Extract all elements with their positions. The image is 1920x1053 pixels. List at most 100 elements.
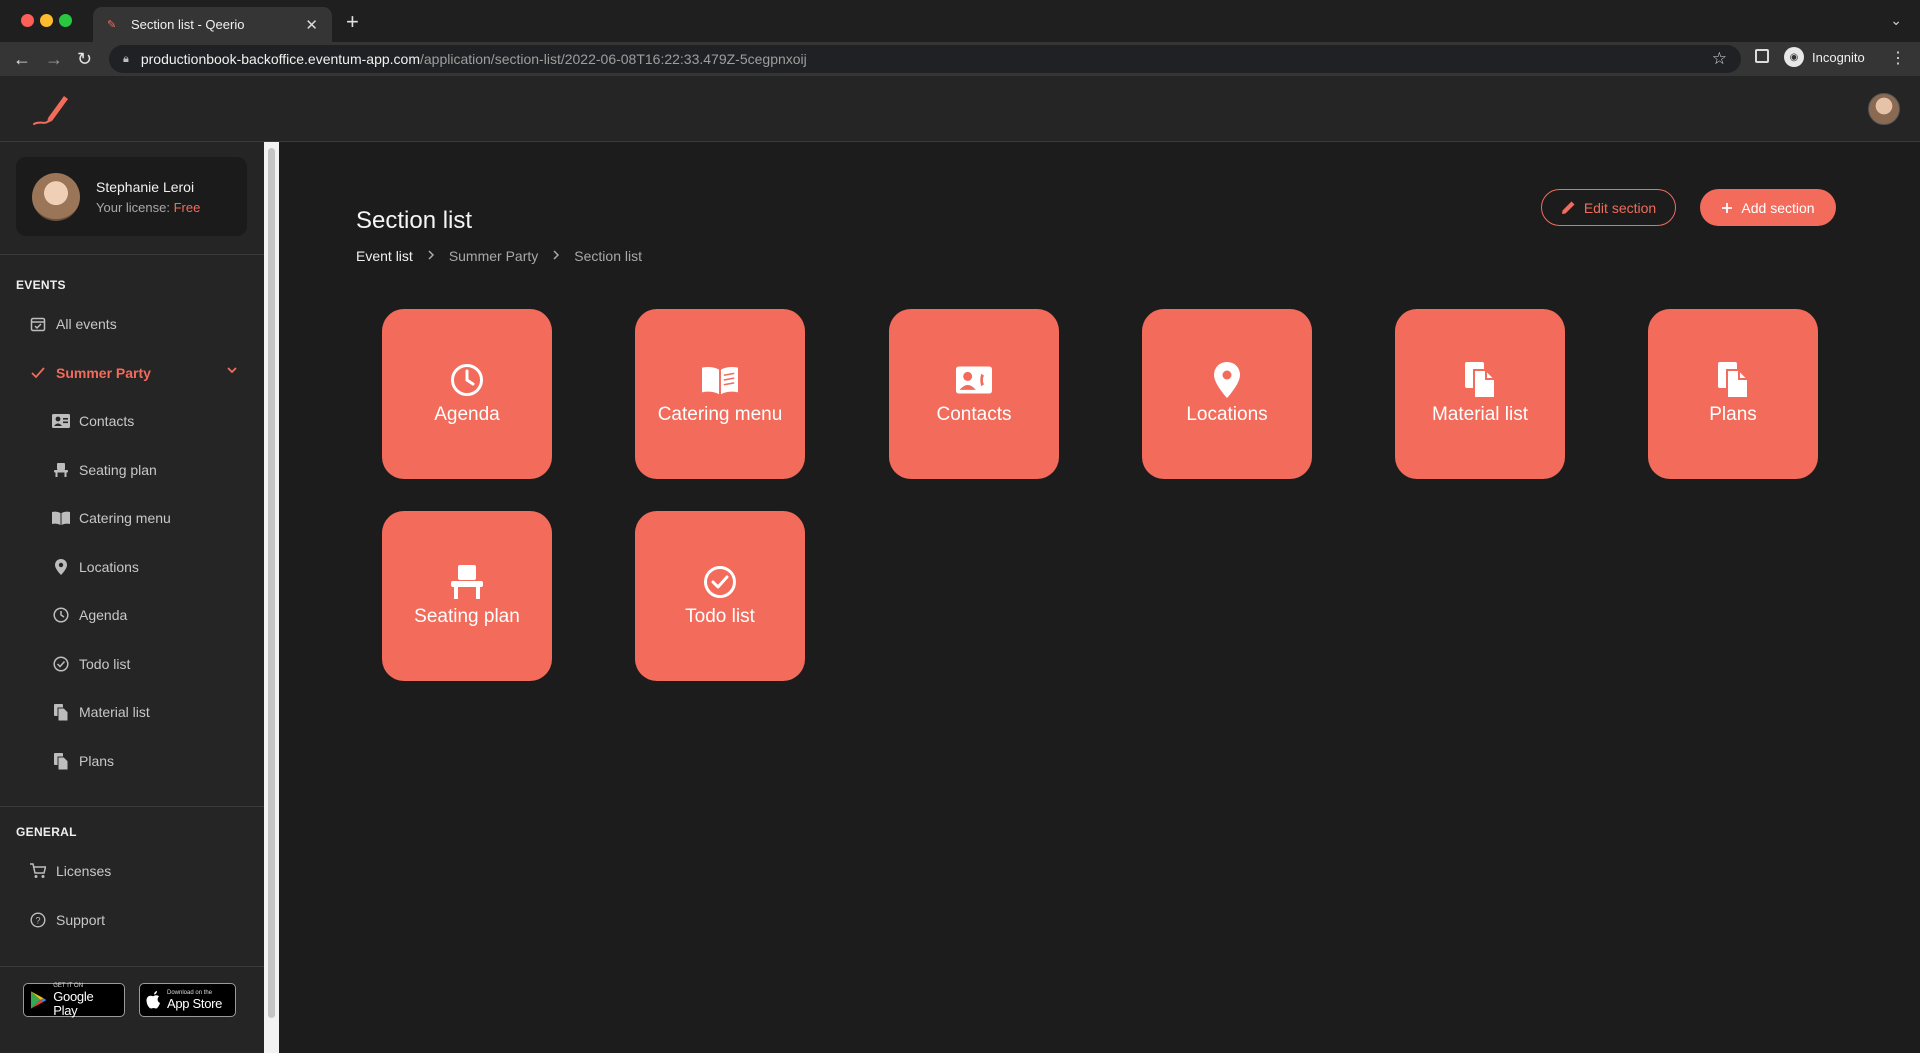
browser-tab[interactable]: ✎ Section list - Qeerio ✕ xyxy=(93,7,332,42)
apple-icon xyxy=(146,991,160,1009)
sidebar-item-agenda[interactable]: Agenda xyxy=(52,603,127,627)
sidebar-item-label: Summer Party xyxy=(56,365,151,381)
book-icon xyxy=(702,362,738,398)
sidebar-item-material-list[interactable]: Material list xyxy=(52,700,150,724)
profile-license: Your license: Free xyxy=(96,200,200,215)
location-pin-icon xyxy=(52,558,70,576)
sidebar-item-todo-list[interactable]: Todo list xyxy=(52,652,130,676)
app-store-big-text: App Store xyxy=(167,995,223,1011)
sidebar-item-label: Plans xyxy=(79,753,115,769)
sidebar-item-locations[interactable]: Locations xyxy=(52,555,139,579)
browser-menu-icon[interactable]: ⋮ xyxy=(1890,48,1906,68)
chevron-right-icon xyxy=(552,249,560,263)
add-section-label: Add section xyxy=(1741,199,1815,216)
reload-icon[interactable]: ↻ xyxy=(77,48,92,70)
section-tile-todo-list[interactable]: Todo list xyxy=(635,511,805,681)
sidebar-item-seating-plan[interactable]: Seating plan xyxy=(52,458,157,482)
chevron-right-icon xyxy=(427,249,435,263)
documents-icon xyxy=(1715,362,1751,398)
edit-section-button[interactable]: Edit section xyxy=(1541,189,1676,226)
browser-toolbar: ← → ↻ 🔒︎ productionbook-backoffice.event… xyxy=(0,42,1920,76)
address-bar[interactable]: 🔒︎ productionbook-backoffice.eventum-app… xyxy=(109,45,1741,73)
forward-arrow-icon[interactable]: → xyxy=(45,48,63,70)
main-content: Section list Event list Summer Party Sec… xyxy=(279,142,1920,1053)
google-play-badge[interactable]: GET IT ON Google Play xyxy=(23,983,125,1017)
incognito-label: Incognito xyxy=(1812,49,1865,65)
license-label: Your license: xyxy=(96,200,170,215)
sidebar-item-plans[interactable]: Plans xyxy=(52,749,114,773)
seat-icon xyxy=(449,564,485,600)
app-store-badge[interactable]: Download on the App Store xyxy=(139,983,236,1017)
edit-section-label: Edit section xyxy=(1583,199,1657,216)
license-value: Free xyxy=(173,200,201,215)
breadcrumb-summer-party[interactable]: Summer Party xyxy=(449,248,538,264)
sidebar-item-label: Licenses xyxy=(56,863,112,879)
book-icon xyxy=(52,509,70,527)
profile-name: Stephanie Leroi xyxy=(96,179,195,195)
sidebar-item-contacts[interactable]: Contacts xyxy=(52,409,134,433)
google-play-big-text: Google Play xyxy=(53,988,94,1018)
section-tile-locations[interactable]: Locations xyxy=(1142,309,1312,479)
section-tile-plans[interactable]: Plans xyxy=(1648,309,1818,479)
new-tab-icon[interactable]: + xyxy=(346,10,359,34)
section-tile-seating-plan[interactable]: Seating plan xyxy=(382,511,552,681)
sidebar: Stephanie Leroi Your license: Free EVENT… xyxy=(0,142,264,1053)
side-panel-icon[interactable] xyxy=(1755,49,1769,63)
chevron-down-icon[interactable] xyxy=(226,364,238,379)
maximize-window-button[interactable] xyxy=(59,14,72,27)
section-tile-agenda[interactable]: Agenda xyxy=(382,309,552,479)
tile-label: Todo list xyxy=(685,606,755,627)
profile-card[interactable]: Stephanie Leroi Your license: Free xyxy=(16,157,247,236)
minimize-window-button[interactable] xyxy=(40,14,53,27)
documents-icon xyxy=(52,703,70,721)
seat-icon xyxy=(52,461,70,479)
tile-label: Material list xyxy=(1431,404,1529,425)
tile-label: Plans xyxy=(1709,404,1757,425)
sidebar-item-catering-menu[interactable]: Catering menu xyxy=(52,506,171,530)
qeerio-logo[interactable] xyxy=(28,90,72,130)
bookmark-star-icon[interactable]: ☆ xyxy=(1712,49,1727,69)
sidebar-item-all-events[interactable]: All events xyxy=(29,312,117,336)
sidebar-item-licenses[interactable]: Licenses xyxy=(29,859,111,883)
page-title: Section list xyxy=(356,207,473,234)
help-circle-icon: ? xyxy=(29,911,47,929)
sidebar-item-label: Locations xyxy=(79,559,139,575)
cart-icon xyxy=(29,862,47,880)
back-arrow-icon[interactable]: ← xyxy=(13,48,31,70)
sidebar-item-summer-party[interactable]: Summer Party xyxy=(29,361,151,385)
breadcrumb-event-list[interactable]: Event list xyxy=(356,248,413,264)
divider xyxy=(0,254,264,255)
tile-label: Contacts xyxy=(936,404,1012,425)
close-tab-icon[interactable]: ✕ xyxy=(305,16,318,34)
tile-label: Catering menu xyxy=(657,404,783,425)
tab-search-chevron-icon[interactable]: ⌄ xyxy=(1890,12,1902,29)
checkmark-icon xyxy=(29,364,47,382)
sidebar-item-label: All events xyxy=(56,316,117,332)
avatar xyxy=(32,173,80,221)
divider xyxy=(0,966,264,967)
section-tile-contacts[interactable]: Contacts xyxy=(889,309,1059,479)
sidebar-scrollbar-thumb[interactable] xyxy=(268,148,275,1018)
check-circle-icon xyxy=(52,655,70,673)
contacts-icon xyxy=(956,362,992,398)
documents-icon xyxy=(1462,362,1498,398)
close-window-button[interactable] xyxy=(21,14,34,27)
breadcrumb: Event list Summer Party Section list xyxy=(356,248,642,264)
section-tile-catering-menu[interactable]: Catering menu xyxy=(635,309,805,479)
general-section-label: GENERAL xyxy=(16,825,77,839)
tab-title: Section list - Qeerio xyxy=(131,17,245,32)
add-section-button[interactable]: Add section xyxy=(1700,189,1836,226)
incognito-icon: ◉ xyxy=(1784,47,1804,67)
incognito-profile-button[interactable]: ◉ Incognito xyxy=(1784,47,1865,67)
sidebar-item-label: Todo list xyxy=(79,656,131,672)
breadcrumb-section-list: Section list xyxy=(574,248,642,264)
tile-label: Agenda xyxy=(434,404,500,425)
user-avatar[interactable] xyxy=(1868,93,1900,125)
clock-icon xyxy=(449,362,485,398)
sidebar-item-support[interactable]: ? Support xyxy=(29,908,105,932)
svg-text:?: ? xyxy=(35,916,40,926)
url-host: productionbook-backoffice.eventum-app.co… xyxy=(140,51,420,67)
tile-label: Locations xyxy=(1186,404,1268,425)
section-tile-material-list[interactable]: Material list xyxy=(1395,309,1565,479)
sidebar-item-label: Material list xyxy=(79,704,150,720)
